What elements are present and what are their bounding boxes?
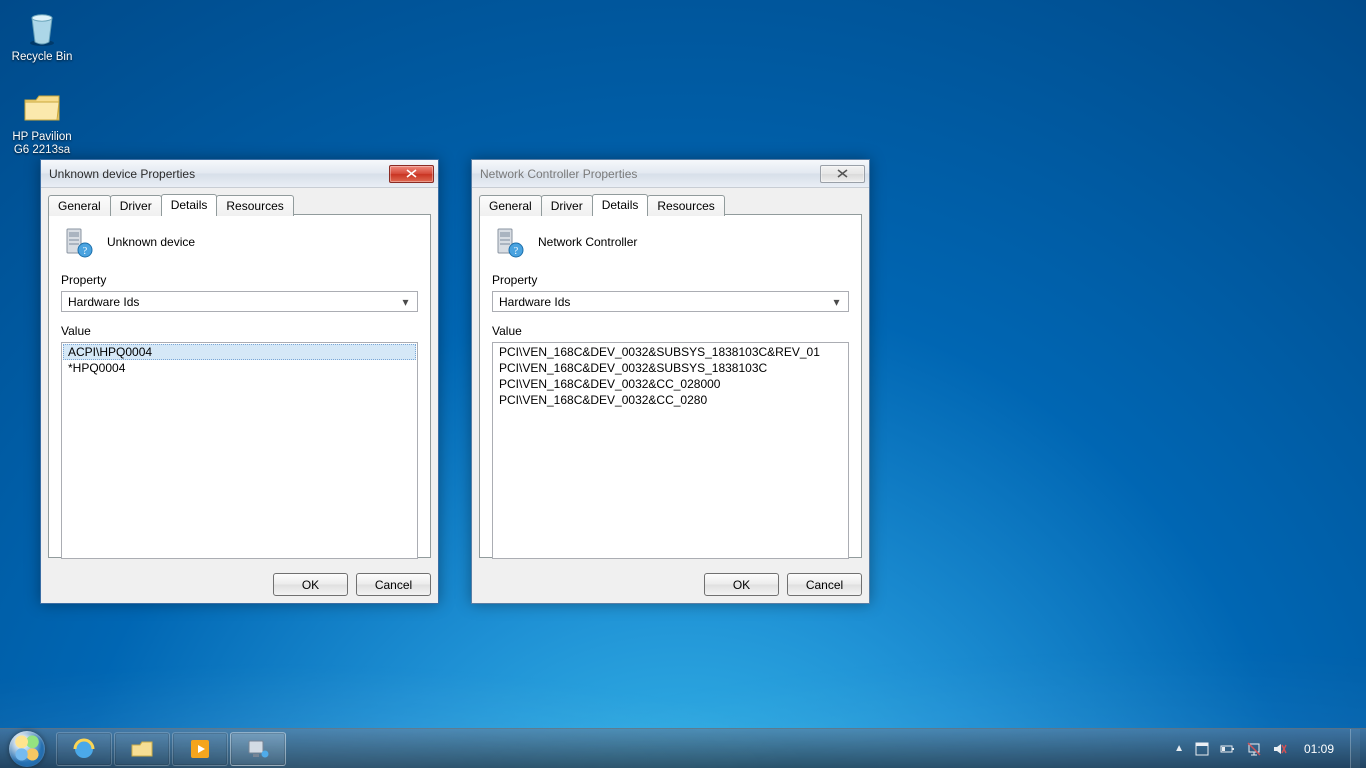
close-icon: [837, 167, 848, 181]
taskbar-item-mediaplayer[interactable]: [172, 732, 228, 766]
recycle-bin-icon: [21, 6, 63, 48]
list-item[interactable]: PCI\VEN_168C&DEV_0032&SUBSYS_1838103C: [494, 360, 847, 376]
chevron-down-icon: ▾: [398, 295, 413, 309]
close-button[interactable]: [389, 165, 434, 183]
tab-panel-details: ? Unknown device Property Hardware Ids ▾…: [48, 214, 431, 558]
cancel-button[interactable]: Cancel: [787, 573, 862, 596]
value-label: Value: [492, 324, 849, 338]
property-label: Property: [492, 273, 849, 287]
property-combo-value: Hardware Ids: [499, 295, 570, 309]
taskbar-item-explorer[interactable]: [114, 732, 170, 766]
titlebar[interactable]: Unknown device Properties: [41, 160, 438, 188]
battery-icon[interactable]: [1220, 741, 1236, 757]
list-item[interactable]: PCI\VEN_168C&DEV_0032&SUBSYS_1838103C&RE…: [494, 344, 847, 360]
device-manager-icon: [245, 736, 271, 762]
ok-button[interactable]: OK: [273, 573, 348, 596]
tab-general[interactable]: General: [48, 195, 111, 216]
list-item[interactable]: PCI\VEN_168C&DEV_0032&CC_028000: [494, 376, 847, 392]
tab-details[interactable]: Details: [592, 194, 649, 215]
media-player-icon: [187, 736, 213, 762]
value-listbox[interactable]: PCI\VEN_168C&DEV_0032&SUBSYS_1838103C&RE…: [492, 342, 849, 559]
titlebar[interactable]: Network Controller Properties: [472, 160, 869, 188]
tab-details[interactable]: Details: [161, 194, 218, 215]
property-combo[interactable]: Hardware Ids ▾: [61, 291, 418, 312]
property-combo-value: Hardware Ids: [68, 295, 139, 309]
show-desktop-button[interactable]: [1350, 729, 1360, 768]
value-listbox[interactable]: ACPI\HPQ0004*HPQ0004: [61, 342, 418, 559]
value-label: Value: [61, 324, 418, 338]
tab-general[interactable]: General: [479, 195, 542, 216]
ie-icon: [71, 736, 97, 762]
device-name: Unknown device: [107, 235, 195, 249]
windows-logo-icon: [9, 731, 45, 767]
svg-text:?: ?: [83, 246, 88, 257]
close-button[interactable]: [820, 165, 865, 183]
tabstrip: GeneralDriverDetailsResources: [479, 194, 862, 215]
device-icon: ?: [492, 225, 526, 259]
desktop-icon-recycle-bin[interactable]: Recycle Bin: [4, 6, 80, 64]
desktop-icon-label: HP Pavilion G6 2213sa: [4, 131, 80, 157]
property-combo[interactable]: Hardware Ids ▾: [492, 291, 849, 312]
window-title: Network Controller Properties: [480, 167, 820, 181]
close-icon: [406, 167, 417, 181]
folder-icon: [21, 86, 63, 128]
folder-icon: [129, 736, 155, 762]
window-title: Unknown device Properties: [49, 167, 389, 181]
ok-button[interactable]: OK: [704, 573, 779, 596]
cancel-button[interactable]: Cancel: [356, 573, 431, 596]
system-tray: ▲ 01:09: [1164, 729, 1366, 768]
taskbar-clock[interactable]: 01:09: [1298, 742, 1340, 756]
desktop-icon-label: Recycle Bin: [4, 51, 80, 64]
tab-panel-details: ? Network Controller Property Hardware I…: [479, 214, 862, 558]
desktop-icon-folder[interactable]: HP Pavilion G6 2213sa: [4, 86, 80, 157]
tabstrip: GeneralDriverDetailsResources: [48, 194, 431, 215]
tab-resources[interactable]: Resources: [216, 195, 293, 216]
list-item[interactable]: ACPI\HPQ0004: [63, 344, 416, 360]
property-label: Property: [61, 273, 418, 287]
network-icon[interactable]: [1246, 741, 1262, 757]
volume-icon[interactable]: [1272, 741, 1288, 757]
action-center-icon[interactable]: [1194, 741, 1210, 757]
start-button[interactable]: [0, 729, 54, 768]
tray-overflow-icon[interactable]: ▲: [1174, 743, 1184, 754]
list-item[interactable]: *HPQ0004: [63, 360, 416, 376]
tab-resources[interactable]: Resources: [647, 195, 724, 216]
taskbar: ▲ 01:09: [0, 728, 1366, 768]
svg-text:?: ?: [514, 246, 519, 257]
chevron-down-icon: ▾: [829, 295, 844, 309]
list-item[interactable]: PCI\VEN_168C&DEV_0032&CC_0280: [494, 392, 847, 408]
tab-driver[interactable]: Driver: [541, 195, 593, 216]
tab-driver[interactable]: Driver: [110, 195, 162, 216]
taskbar-item-devicemanager[interactable]: [230, 732, 286, 766]
taskbar-item-ie[interactable]: [56, 732, 112, 766]
device-icon: ?: [61, 225, 95, 259]
device-name: Network Controller: [538, 235, 637, 249]
taskbar-pinned: [54, 729, 288, 768]
